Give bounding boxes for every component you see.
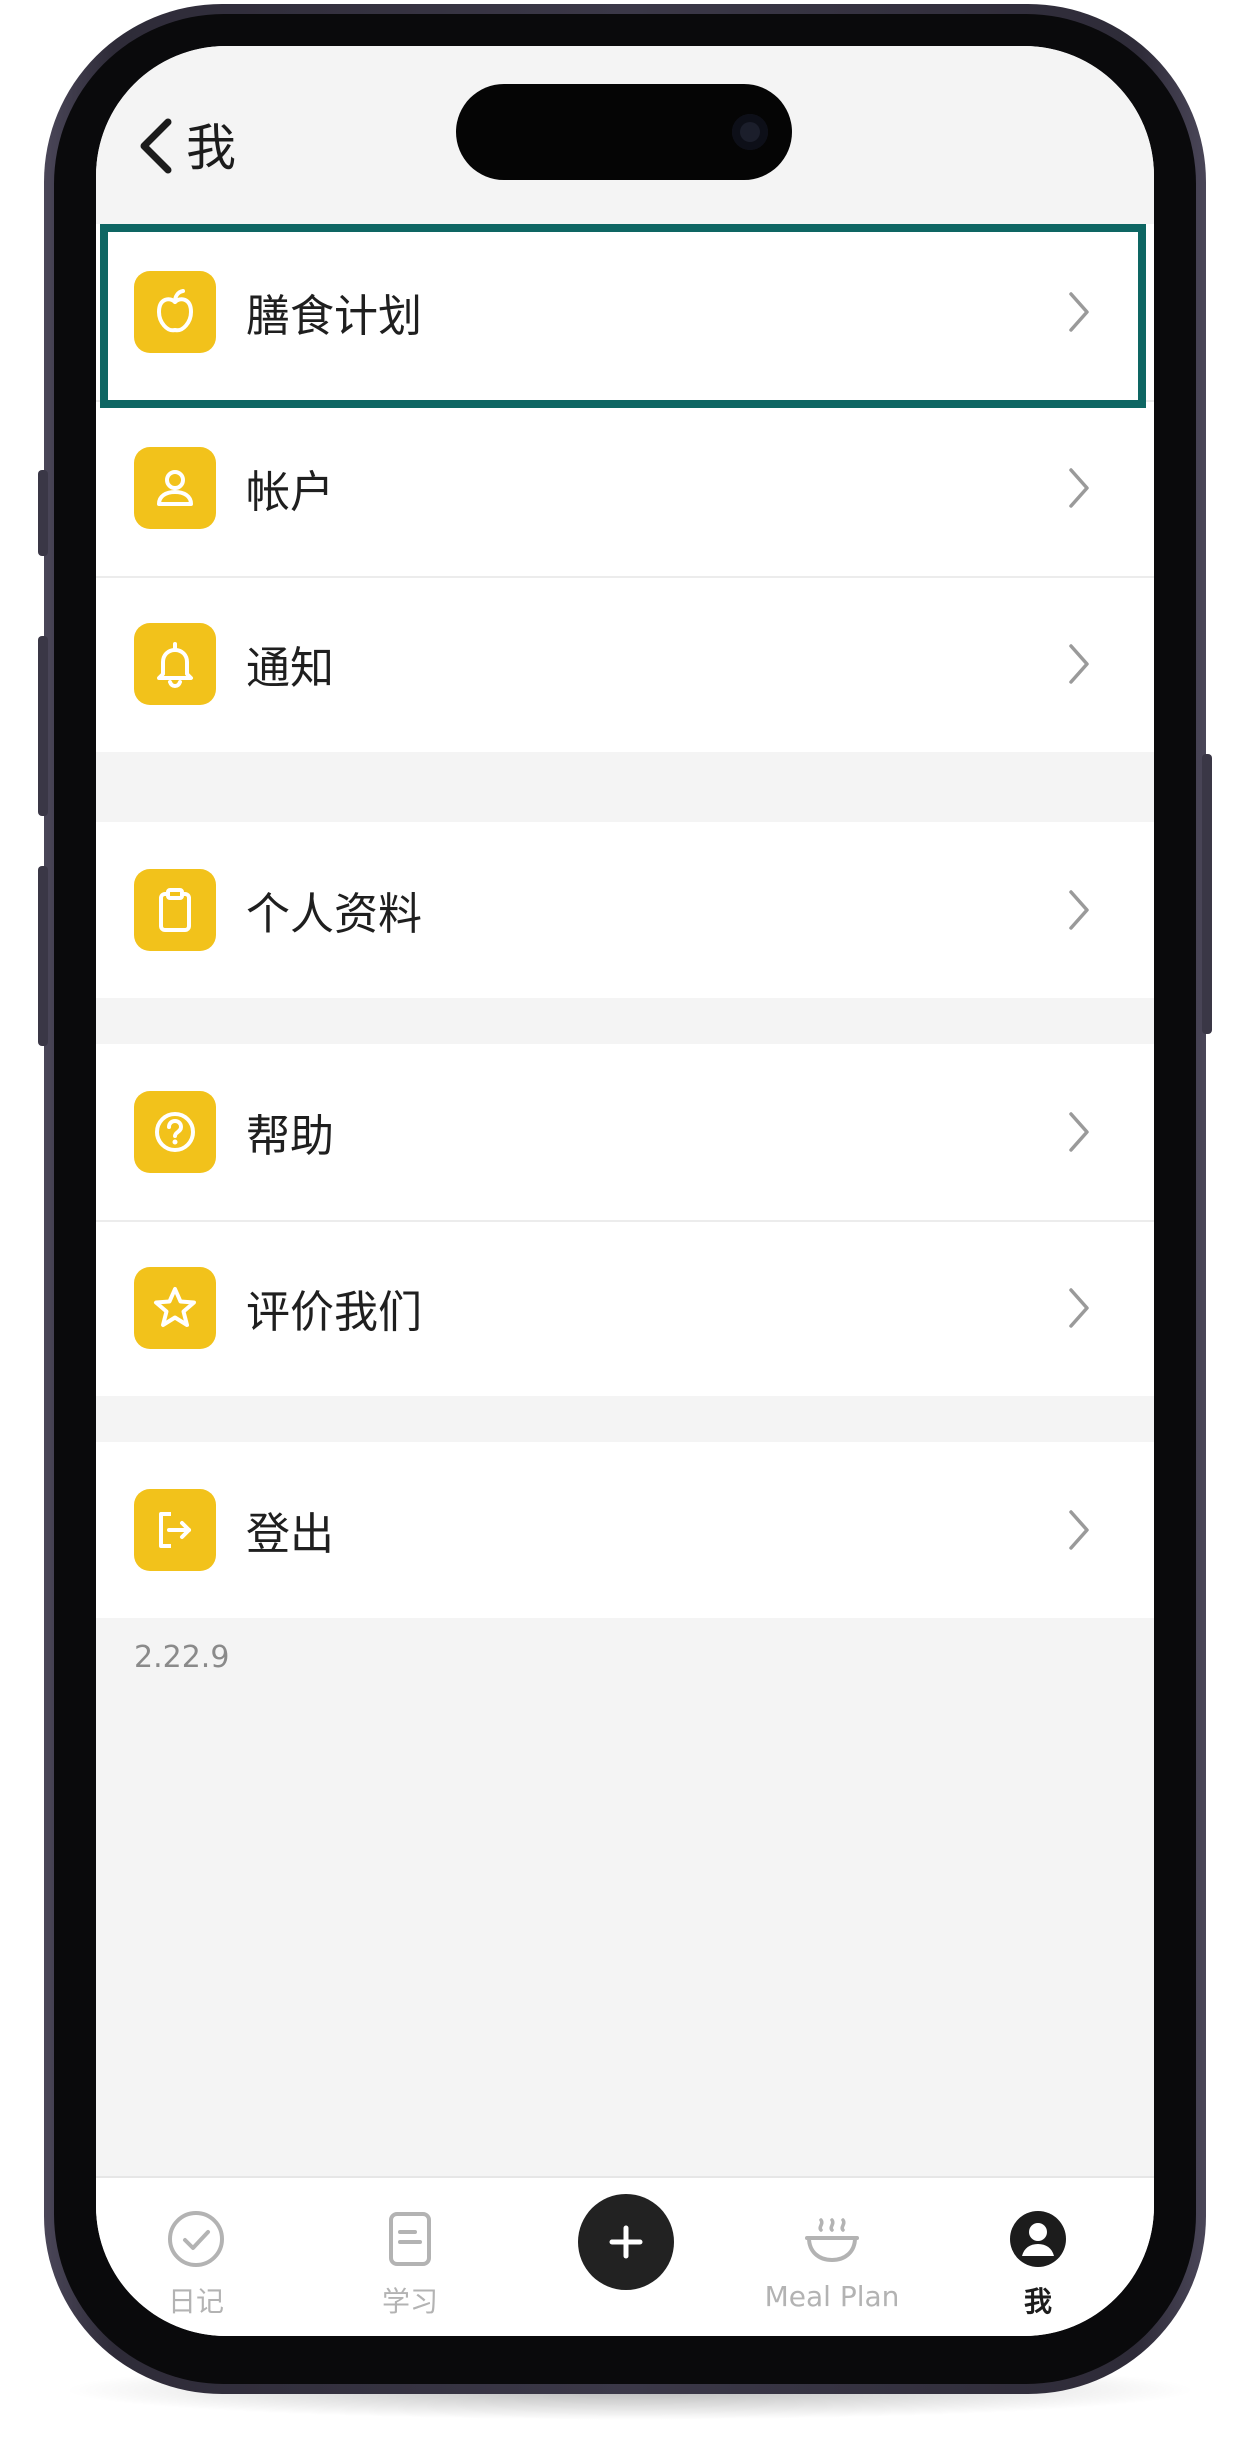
add-button[interactable] — [578, 2194, 674, 2290]
dynamic-island — [456, 84, 792, 180]
star-icon — [134, 1267, 216, 1349]
chevron-right-icon — [1064, 886, 1094, 934]
volume-up-button — [38, 636, 48, 816]
tab-label: Meal Plan — [764, 2280, 900, 2313]
menu-group-main: 膳食计划 帐户 通知 — [96, 224, 1154, 752]
menu-item-profile[interactable]: 个人资料 — [96, 822, 1154, 998]
menu-item-label: 膳食计划 — [246, 291, 422, 342]
tab-diary[interactable]: 日记 — [96, 2178, 296, 2336]
tab-bar: 日记 学习 Meal Plan 我 — [96, 2176, 1154, 2336]
check-circle-icon — [161, 2204, 231, 2274]
menu-item-label: 登出 — [246, 1509, 334, 1560]
tab-me[interactable]: 我 — [938, 2178, 1138, 2336]
tab-label: 日记 — [167, 2285, 224, 2318]
bowl-icon — [797, 2204, 867, 2274]
menu-item-rate-us[interactable]: 评价我们 — [96, 1220, 1154, 1396]
chevron-right-icon — [1064, 1284, 1094, 1332]
tab-learn[interactable]: 学习 — [310, 2178, 510, 2336]
page-title: 我 — [186, 119, 236, 177]
menu-item-label: 个人资料 — [246, 889, 422, 940]
tab-label: 我 — [1023, 2285, 1052, 2318]
user-filled-icon — [1003, 2204, 1073, 2274]
action-button — [38, 470, 48, 556]
menu-item-logout[interactable]: 登出 — [96, 1442, 1154, 1618]
user-icon — [134, 447, 216, 529]
chevron-right-icon — [1064, 1108, 1094, 1156]
menu-group-logout: 登出 — [96, 1442, 1154, 1618]
menu-group-support: 帮助 评价我们 — [96, 1044, 1154, 1396]
screen: 我 膳食计划 帐户 通知 个人资料 帮助 评价我们 登出 2.22.9 日记 学… — [96, 46, 1154, 2336]
menu-item-account[interactable]: 帐户 — [96, 400, 1154, 576]
menu-item-notifications[interactable]: 通知 — [96, 576, 1154, 752]
back-button[interactable] — [126, 106, 186, 186]
help-circle-icon — [134, 1091, 216, 1173]
tab-label: 学习 — [381, 2285, 438, 2318]
bell-icon — [134, 623, 216, 705]
volume-down-button — [38, 866, 48, 1046]
chevron-right-icon — [1064, 1506, 1094, 1554]
app-version: 2.22.9 — [134, 1640, 230, 1675]
menu-item-meal-plan[interactable]: 膳食计划 — [96, 224, 1154, 400]
chevron-right-icon — [1064, 464, 1094, 512]
power-button — [1202, 754, 1212, 1034]
chevron-left-icon — [140, 118, 172, 174]
menu-item-label: 通知 — [246, 643, 334, 694]
camera-icon — [732, 114, 768, 150]
plus-icon — [609, 2225, 643, 2259]
menu-group-profile: 个人资料 — [96, 822, 1154, 998]
document-icon — [375, 2204, 445, 2274]
tab-meal-plan[interactable]: Meal Plan — [732, 2178, 932, 2336]
menu-item-label: 帐户 — [246, 467, 334, 518]
menu-item-help[interactable]: 帮助 — [96, 1044, 1154, 1220]
apple-icon — [134, 271, 216, 353]
chevron-right-icon — [1064, 288, 1094, 336]
logout-icon — [134, 1489, 216, 1571]
chevron-right-icon — [1064, 640, 1094, 688]
menu-item-label: 帮助 — [246, 1111, 334, 1162]
menu-item-label: 评价我们 — [246, 1287, 422, 1338]
clipboard-icon — [134, 869, 216, 951]
